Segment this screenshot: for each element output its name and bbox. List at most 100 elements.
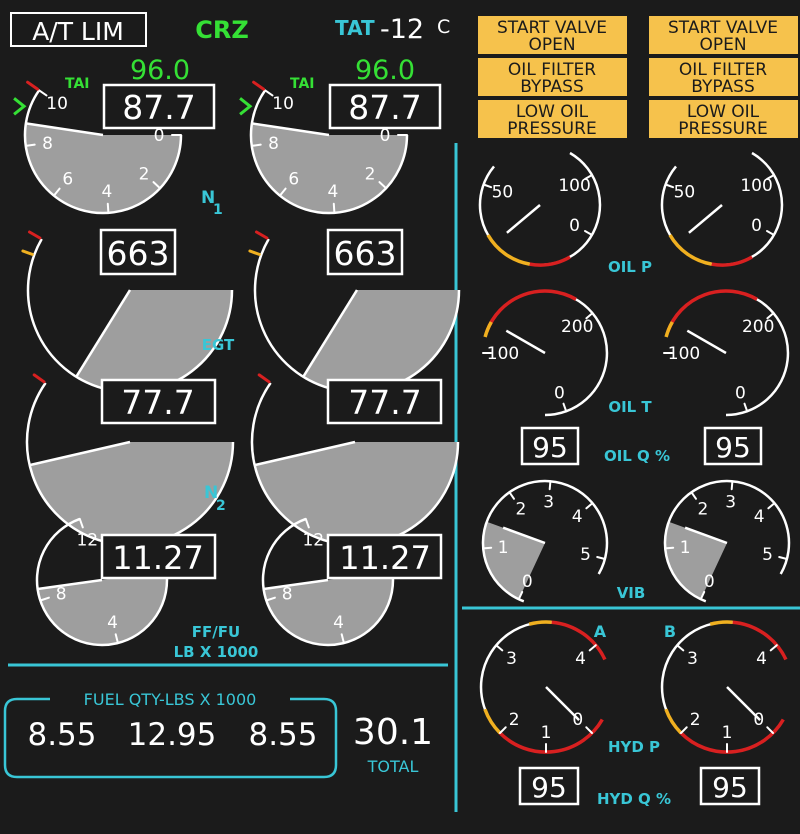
warning-text: BYPASS xyxy=(691,77,755,97)
warning-text: PRESSURE xyxy=(507,119,596,139)
gauge-tick xyxy=(106,202,110,214)
gauge-tick-label: 100 xyxy=(740,176,772,196)
warning-text: PRESSURE xyxy=(678,119,767,139)
oil-p-label: OIL P xyxy=(608,258,652,276)
gauge-tick xyxy=(730,480,734,491)
tat-label: TAT xyxy=(335,16,375,40)
n1-readout-engine-1: 87.7 xyxy=(122,88,195,127)
oil-qty-engine-2: 95 xyxy=(715,431,751,464)
egt-readout-engine-1: 663 xyxy=(107,234,170,273)
gauge-tick-label: 5 xyxy=(762,545,773,565)
gauge-tick-label: 4 xyxy=(333,613,344,633)
gauge-tick xyxy=(548,480,552,491)
fuel-qty-left: 8.55 xyxy=(27,717,96,753)
gauge-tick-label: 1 xyxy=(722,723,733,743)
gauge-tick-label: 3 xyxy=(506,649,517,669)
flight-mode: CRZ xyxy=(195,16,249,44)
engine-display-panel: A/T LIM CRZ TAT -12 C START VALVE OPEN O… xyxy=(0,0,800,834)
gauge-tick-label: 6 xyxy=(288,170,299,190)
gauge-tick-label: 3 xyxy=(687,649,698,669)
n1-command-engine-2: 96.0 xyxy=(355,55,415,86)
tat-unit: C xyxy=(437,16,450,38)
n2-label-sub: 2 xyxy=(216,498,226,514)
hyd-qty-a: 95 xyxy=(531,771,567,804)
fuel-qty-right: 8.55 xyxy=(248,717,317,753)
gauge-tick-label: 12 xyxy=(76,531,98,551)
gauge-tick xyxy=(24,143,36,147)
gauge-tick-label: 4 xyxy=(756,649,767,669)
gauge-tick-label: 4 xyxy=(327,182,338,202)
gauge-tick-label: 100 xyxy=(487,344,519,364)
tai-label: TAI xyxy=(65,76,90,92)
gauge-tick-label: 200 xyxy=(561,317,593,337)
gauge-tick-label: 2 xyxy=(515,500,526,520)
egt-label: EGT xyxy=(202,336,235,354)
oil-t-label: OIL T xyxy=(608,398,652,416)
n1-readout-engine-2: 87.7 xyxy=(348,88,421,127)
gauge-tick-label: 100 xyxy=(558,176,590,196)
gauge-tick-label: 2 xyxy=(690,710,701,730)
ff-label: FF/FU xyxy=(192,623,240,641)
gauge-tick-label: 0 xyxy=(735,384,746,404)
gauge-tick xyxy=(250,143,262,147)
gauge-tick xyxy=(482,546,493,550)
gauge-tick-label: 3 xyxy=(725,492,736,512)
vib-label: VIB xyxy=(617,584,646,602)
warning-text: OPEN xyxy=(699,35,746,55)
fuel-qty-total: 30.1 xyxy=(353,712,433,753)
gauge-tick-label: 8 xyxy=(42,134,53,154)
ff-unit-label: LB X 1000 xyxy=(174,643,259,661)
hyd-p-label: HYD P xyxy=(608,738,660,756)
gauge-tick-label: 4 xyxy=(572,507,583,527)
fuel-qty-title: FUEL QTY-LBS X 1000 xyxy=(84,690,257,709)
gauge-tick-label: 0 xyxy=(751,216,762,236)
n1-command-engine-1: 96.0 xyxy=(130,55,190,86)
gauge-tick-label: 8 xyxy=(282,585,293,605)
gauge-tick xyxy=(332,202,336,214)
hyd-qty-b: 95 xyxy=(712,771,748,804)
gauge-tick-label: 12 xyxy=(302,531,324,551)
gauge-tick-label: 4 xyxy=(101,182,112,202)
gauge-tick-label: 4 xyxy=(107,613,118,633)
gauge-tick-label: 100 xyxy=(668,344,700,364)
warning-text: BYPASS xyxy=(520,77,584,97)
hyd-q-label: HYD Q % xyxy=(597,790,671,808)
tai-label: TAI xyxy=(290,76,315,92)
gauge-tick-label: 2 xyxy=(365,164,376,184)
egt-readout-engine-2: 663 xyxy=(334,234,397,273)
gauge-tick-label: 4 xyxy=(575,649,586,669)
gauge-tick-label: 1 xyxy=(541,723,552,743)
n2-readout-engine-2: 77.7 xyxy=(348,383,421,422)
gauge-tick-label: 50 xyxy=(674,182,696,202)
gauge-tick-label: 10 xyxy=(46,94,68,114)
at-lim-label: A/T LIM xyxy=(32,17,124,46)
oil-q-label: OIL Q % xyxy=(604,447,670,465)
gauge-tick-label: 5 xyxy=(580,545,591,565)
warning-text: OPEN xyxy=(528,35,575,55)
ff-readout-engine-1: 11.27 xyxy=(112,539,204,577)
gauge-tick-label: 200 xyxy=(742,317,774,337)
gauge-tick-label: 3 xyxy=(543,492,554,512)
hyd-system-b-label: B xyxy=(664,622,676,641)
n1-label-sub: 1 xyxy=(213,202,223,218)
warnings-right: START VALVE OPEN OIL FILTER BYPASS LOW O… xyxy=(649,16,798,139)
gauge-tick-label: 0 xyxy=(569,216,580,236)
gauge-tick-label: 1 xyxy=(680,538,691,558)
gauge-tick-label: 8 xyxy=(268,134,279,154)
fuel-qty-center: 12.95 xyxy=(128,717,217,753)
hyd-system-a-label: A xyxy=(594,622,607,641)
gauge-tick-label: 8 xyxy=(56,585,67,605)
gauge-tick-label: 2 xyxy=(509,710,520,730)
oil-qty-engine-1: 95 xyxy=(532,431,568,464)
ff-readout-engine-2: 11.27 xyxy=(339,539,431,577)
gauge-tick-label: 50 xyxy=(492,182,514,202)
tat-value: -12 xyxy=(380,14,424,45)
gauge-tick-label: 1 xyxy=(498,538,509,558)
gauge-tick-label: 4 xyxy=(754,507,765,527)
gauge-tick xyxy=(664,546,675,550)
gauge-tick-label: 0 xyxy=(554,384,565,404)
gauge-tick-label: 2 xyxy=(697,500,708,520)
gauge-tick-label: 10 xyxy=(272,94,294,114)
n2-readout-engine-1: 77.7 xyxy=(121,383,194,422)
fuel-total-label: TOTAL xyxy=(367,757,419,776)
